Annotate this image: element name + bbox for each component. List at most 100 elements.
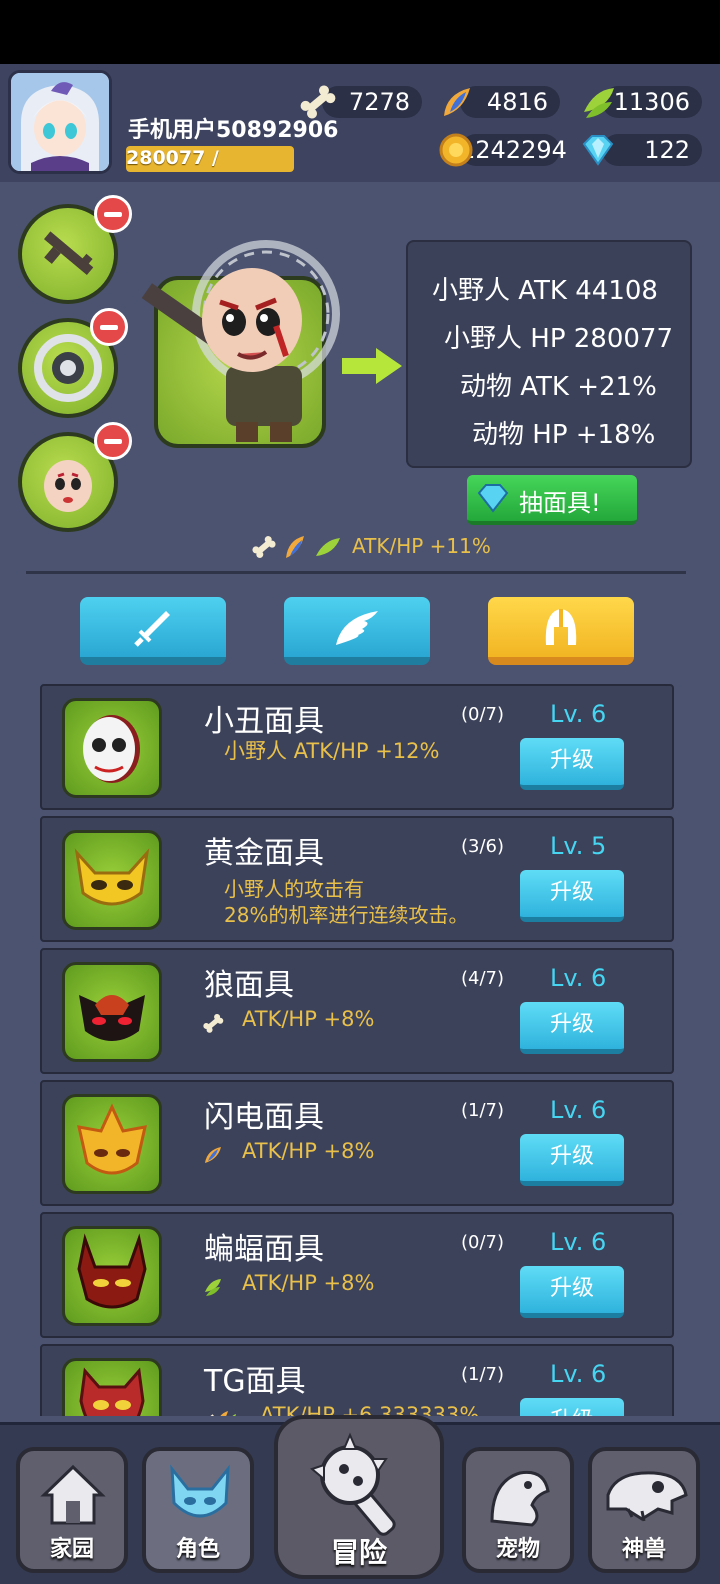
mask-count: (0/7) bbox=[460, 1232, 504, 1253]
helmet-icon bbox=[545, 609, 577, 645]
diamond-icon bbox=[477, 484, 509, 513]
upgrade-button[interactable]: 升级 bbox=[520, 1398, 624, 1416]
mask-level: Lv. 6 bbox=[550, 1360, 607, 1388]
remove-weapon-button[interactable] bbox=[94, 195, 132, 233]
gold-coin-icon bbox=[439, 133, 473, 167]
feather-icon bbox=[444, 88, 470, 116]
stat-animal-atk: 动物 ATK +21% bbox=[460, 372, 657, 402]
pet-icon bbox=[490, 1470, 550, 1527]
upgrade-button[interactable]: 升级 bbox=[520, 1266, 624, 1318]
resource-leaf[interactable]: 11306 bbox=[584, 86, 702, 118]
mask-level: Lv. 6 bbox=[550, 964, 607, 992]
clown-mask-icon bbox=[62, 698, 162, 798]
bone-icon bbox=[300, 85, 336, 119]
mask-count: (0/7) bbox=[460, 704, 504, 725]
tab-helmet[interactable] bbox=[488, 597, 634, 665]
tab-weapon[interactable] bbox=[80, 597, 226, 665]
nav-pet[interactable]: 宠物 bbox=[462, 1447, 574, 1573]
leaf-count: 11306 bbox=[613, 88, 690, 116]
mask-level: Lv. 6 bbox=[550, 1228, 607, 1256]
list-item: 狼面具 (4/7) ATK/HP +8% Lv. 6 升级 bbox=[40, 948, 674, 1074]
nav-pet-label: 宠物 bbox=[495, 1537, 540, 1562]
character-mask-icon bbox=[170, 1464, 230, 1518]
nav-beast[interactable]: 神兽 bbox=[588, 1447, 700, 1573]
resource-bone[interactable]: 7278 bbox=[300, 85, 422, 119]
leaf-icon bbox=[584, 88, 614, 118]
feather-icon bbox=[205, 1147, 221, 1163]
status-bar bbox=[0, 0, 720, 64]
mask-desc-line2: 28%的机率进行连续攻击。 bbox=[224, 903, 469, 927]
mask-count: (1/7) bbox=[460, 1364, 504, 1385]
mask-name: 蝙蝠面具 bbox=[204, 1232, 324, 1267]
remove-frame-button[interactable] bbox=[90, 308, 128, 346]
avatar-portrait-icon bbox=[11, 73, 109, 171]
upgrade-button[interactable]: 升级 bbox=[520, 1134, 624, 1186]
arrow-right-icon bbox=[342, 348, 402, 384]
mask-level: Lv. 6 bbox=[550, 700, 607, 728]
home-icon bbox=[40, 1464, 106, 1525]
stats-panel: 小野人 ATK 44108 小野人 HP 280077 动物 ATK +21% … bbox=[406, 240, 692, 468]
list-item: 黄金面具 (3/6) 小野人的攻击有 28%的机率进行连续攻击。 Lv. 5 升… bbox=[40, 816, 674, 942]
resource-feather[interactable]: 4816 bbox=[444, 86, 560, 118]
mask-name: TG面具 bbox=[204, 1364, 306, 1399]
bonus-resources-icon bbox=[252, 536, 340, 558]
diamond-count: 122 bbox=[644, 136, 690, 164]
stat-hero-hp: 小野人 HP 280077 bbox=[444, 324, 674, 354]
spiked-club-icon bbox=[309, 1432, 396, 1536]
list-item: 小丑面具 (0/7) 小野人 ATK/HP +12% Lv. 6 升级 bbox=[40, 684, 674, 810]
upgrade-button[interactable]: 升级 bbox=[520, 870, 624, 922]
draw-mask-label: 抽面具! bbox=[519, 489, 601, 517]
nav-character[interactable]: 角色 bbox=[142, 1447, 254, 1573]
wolf-mask-icon bbox=[62, 962, 162, 1062]
list-item: TG面具 (1/7) ATK/HP +6.333333% Lv. 6 升级 bbox=[40, 1344, 674, 1416]
gold-count: 1242294 bbox=[460, 136, 567, 164]
bone-icon bbox=[203, 1013, 224, 1033]
bone-count: 7278 bbox=[348, 88, 410, 116]
leaf-icon bbox=[205, 1279, 221, 1296]
resource-gold[interactable]: 1242294 bbox=[439, 133, 567, 167]
mask-level: Lv. 6 bbox=[550, 1096, 607, 1124]
player-hp-text: 280077 / 280077 bbox=[126, 147, 219, 172]
nav-adventure-label: 冒险 bbox=[330, 1536, 387, 1569]
upgrade-button[interactable]: 升级 bbox=[520, 1002, 624, 1054]
stat-animal-hp: 动物 HP +18% bbox=[472, 420, 656, 450]
list-item: 蝙蝠面具 (0/7) ATK/HP +8% Lv. 6 升级 bbox=[40, 1212, 674, 1338]
nav-home[interactable]: 家园 bbox=[16, 1447, 128, 1573]
mask-name: 闪电面具 bbox=[204, 1100, 324, 1135]
lightning-mask-icon bbox=[62, 1094, 162, 1194]
bonus-text: ATK/HP +11% bbox=[352, 534, 491, 558]
bat-mask-icon bbox=[62, 1226, 162, 1326]
mask-desc-line1: 小野人的攻击有 bbox=[224, 877, 364, 901]
mask-name: 狼面具 bbox=[204, 968, 294, 1003]
sword-icon bbox=[134, 611, 170, 647]
nav-beast-label: 神兽 bbox=[621, 1537, 666, 1562]
mask-count: (4/7) bbox=[460, 968, 504, 989]
mask-name: 小丑面具 bbox=[204, 704, 324, 739]
mask-desc: ATK/HP +8% bbox=[242, 1007, 375, 1031]
nav-adventure[interactable]: 冒险 bbox=[274, 1415, 444, 1579]
mask-count: (3/6) bbox=[460, 836, 504, 857]
avatar[interactable] bbox=[8, 70, 112, 174]
multi-resource-icon bbox=[204, 1411, 236, 1416]
mask-level: Lv. 5 bbox=[550, 832, 607, 860]
mask-desc: ATK/HP +6.333333% bbox=[260, 1403, 480, 1416]
diamond-icon bbox=[582, 135, 614, 166]
mask-list[interactable]: 小丑面具 (0/7) 小野人 ATK/HP +12% Lv. 6 升级 黄金面具… bbox=[40, 684, 674, 1416]
mask-desc: ATK/HP +8% bbox=[242, 1139, 375, 1163]
tab-wing[interactable] bbox=[284, 597, 430, 665]
bottom-nav: 家园 角色 冒险 宠物 神兽 bbox=[0, 1415, 720, 1584]
tg-mask-icon bbox=[62, 1358, 162, 1416]
golden-mask-icon bbox=[62, 830, 162, 930]
nav-character-label: 角色 bbox=[175, 1537, 220, 1562]
resource-diamond[interactable]: 122 bbox=[582, 134, 702, 166]
list-item: 闪电面具 (1/7) ATK/HP +8% Lv. 6 升级 bbox=[40, 1080, 674, 1206]
upgrade-button[interactable]: 升级 bbox=[520, 738, 624, 790]
mask-desc: ATK/HP +8% bbox=[242, 1271, 375, 1295]
mask-desc: 小野人 ATK/HP +12% bbox=[224, 739, 440, 763]
wing-icon bbox=[336, 611, 378, 645]
nav-home-label: 家园 bbox=[49, 1537, 94, 1562]
feather-count: 4816 bbox=[486, 88, 548, 116]
draw-mask-button[interactable]: 抽面具! bbox=[467, 475, 637, 525]
mask-name: 黄金面具 bbox=[204, 836, 324, 871]
player-hp-bar: 280077 / 280077 bbox=[126, 146, 294, 172]
